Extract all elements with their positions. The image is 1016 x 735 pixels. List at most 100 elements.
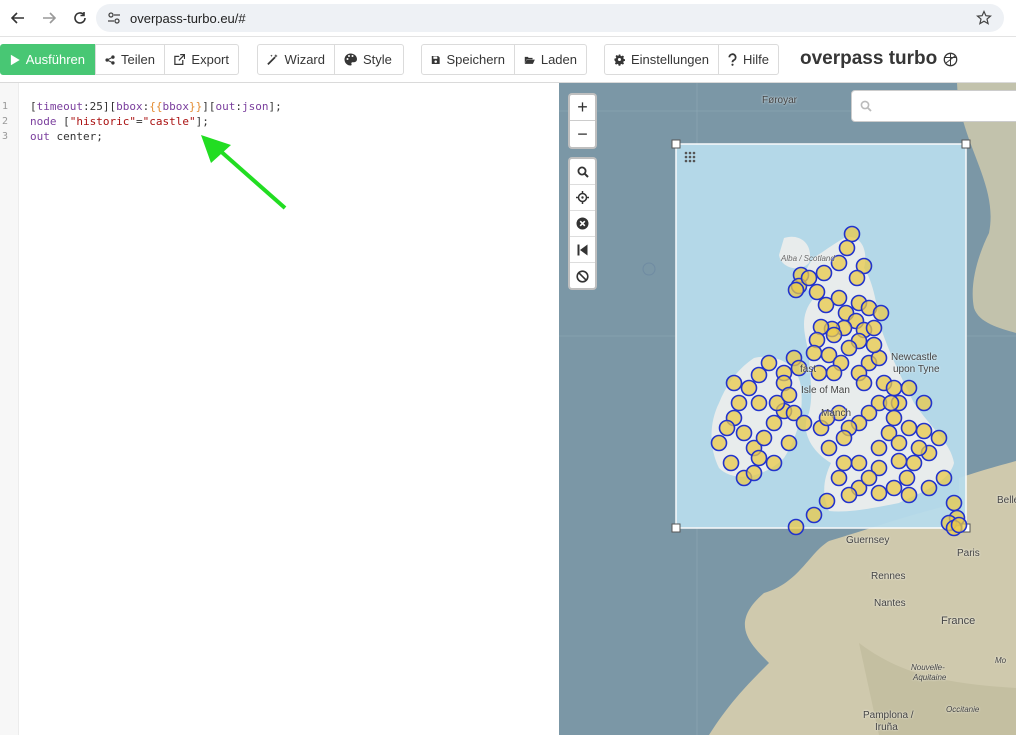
castle-marker[interactable] [915,394,933,412]
castle-marker[interactable] [882,394,900,412]
castle-marker[interactable] [900,486,918,504]
castle-marker[interactable] [750,394,768,412]
settings-button[interactable]: Einstellungen [604,44,719,75]
castle-marker[interactable] [860,469,878,487]
castle-marker[interactable] [795,414,813,432]
code-line-1[interactable]: [timeout:25][bbox:{{bbox}}][out:json]; [30,100,282,113]
search-map-button[interactable] [570,159,595,185]
castle-marker[interactable] [900,379,918,397]
castle-marker[interactable] [805,344,823,362]
url-text[interactable]: overpass-turbo.eu/# [130,11,246,26]
castle-marker[interactable] [872,304,890,322]
load-button[interactable]: Laden [514,44,587,75]
castle-marker[interactable] [825,326,843,344]
castle-marker[interactable] [787,281,805,299]
castle-marker[interactable] [920,479,938,497]
castle-marker[interactable] [725,374,743,392]
map-search-box[interactable] [851,90,1016,122]
castle-marker[interactable] [890,452,908,470]
castle-marker[interactable] [815,264,833,282]
query-editor[interactable]: 1 2 3 [timeout:25][bbox:{{bbox}}][out:js… [0,83,559,735]
castle-marker[interactable] [865,336,883,354]
castle-marker[interactable] [830,469,848,487]
castle-marker[interactable] [885,479,903,497]
help-button[interactable]: Hilfe [718,44,779,75]
castle-marker[interactable] [800,269,818,287]
castle-marker[interactable] [805,506,823,524]
run-button[interactable]: Ausführen [0,44,95,75]
code-token: : [235,100,242,113]
castle-marker[interactable] [838,239,856,257]
castle-marker[interactable] [890,434,908,452]
castle-marker[interactable] [835,429,853,447]
code-line-2[interactable]: node ["historic"="castle"]; [30,115,209,128]
star-icon[interactable] [976,10,992,31]
code-token: "castle" [142,115,196,128]
castle-marker[interactable] [808,283,826,301]
locate-button[interactable] [570,185,595,211]
map-canvas[interactable] [559,83,1016,735]
castle-marker[interactable] [855,374,873,392]
castle-marker[interactable] [787,518,805,536]
castle-marker[interactable] [848,269,866,287]
zoom-to-data-button[interactable] [570,237,595,263]
castle-marker[interactable] [818,492,836,510]
back-button[interactable] [5,5,31,31]
save-button[interactable]: Speichern [421,44,515,75]
gear-icon [614,54,625,66]
castle-marker[interactable] [870,439,888,457]
castle-marker[interactable] [865,319,883,337]
wizard-button[interactable]: Wizard [257,44,335,75]
castle-marker[interactable] [898,469,916,487]
zoom-out-button[interactable]: − [570,121,595,147]
castle-marker[interactable] [755,429,773,447]
castle-marker[interactable] [870,484,888,502]
castle-marker[interactable] [930,429,948,447]
castle-marker[interactable] [850,454,868,472]
map-search-input[interactable] [878,99,1008,113]
castle-marker[interactable] [740,379,758,397]
map-view[interactable]: Føroyar Alba / Scotland Newcastle upon T… [559,83,1016,735]
castle-marker[interactable] [718,419,736,437]
castle-marker[interactable] [750,449,768,467]
style-button[interactable]: Style [334,44,404,75]
address-bar[interactable]: overpass-turbo.eu/# [96,4,1004,32]
castle-marker[interactable] [885,409,903,427]
disable-button[interactable] [570,263,595,289]
forward-button[interactable] [36,5,62,31]
castle-marker[interactable] [780,386,798,404]
circle-x-icon [576,217,589,230]
map-label: France [941,615,976,627]
castle-marker[interactable] [730,394,748,412]
clear-data-button[interactable] [570,211,595,237]
castle-marker[interactable] [835,454,853,472]
share-button[interactable]: Teilen [95,44,165,75]
castle-marker[interactable] [840,486,858,504]
castle-marker[interactable] [750,366,768,384]
castle-marker[interactable] [745,464,763,482]
castle-marker[interactable] [885,379,903,397]
castle-marker[interactable] [950,516,968,534]
zoom-in-button[interactable]: + [570,95,595,121]
castle-marker[interactable] [830,289,848,307]
castle-marker[interactable] [843,225,861,243]
castle-marker[interactable] [945,494,963,512]
castle-marker[interactable] [910,439,928,457]
castle-marker[interactable] [935,469,953,487]
castle-marker[interactable] [825,364,843,382]
tune-icon[interactable] [106,10,122,26]
castle-marker[interactable] [780,434,798,452]
drag-grid-icon [684,151,696,163]
castle-marker[interactable] [735,424,753,442]
code-line-3[interactable]: out center; [30,130,103,143]
reload-button[interactable] [67,5,93,31]
castle-marker[interactable] [900,419,918,437]
castle-marker[interactable] [765,454,783,472]
castle-marker[interactable] [820,439,838,457]
castle-marker[interactable] [722,454,740,472]
castle-marker[interactable] [905,454,923,472]
castle-marker[interactable] [840,339,858,357]
castle-marker[interactable] [915,422,933,440]
castle-marker[interactable] [710,434,728,452]
export-button[interactable]: Export [164,44,239,75]
